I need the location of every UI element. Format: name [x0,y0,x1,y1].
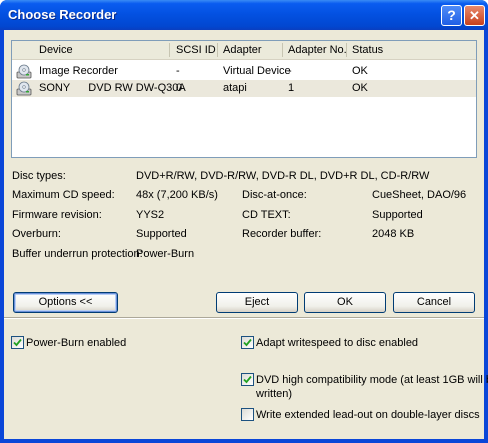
disc-types-value: DVD+R/RW, DVD-R/RW, DVD-R DL, DVD+R DL, … [136,170,430,182]
underrun-value: Power-Burn [136,248,195,260]
column-adapter[interactable]: Adapter [223,44,262,56]
image-recorder-icon [16,64,32,79]
device-name: Image Recorder [39,65,118,77]
dvd-compat-label-line2[interactable]: written) [256,387,292,401]
header-separator [169,43,170,57]
adapter-no: - [288,65,292,77]
scsi-id: - [176,65,180,77]
dvd-compat-label-line1[interactable]: DVD high compatibility mode (at least 1G… [256,373,488,387]
check-icon [13,338,22,347]
column-adapter-no[interactable]: Adapter No. [288,44,347,56]
dvd-compat-checkbox[interactable] [241,373,254,386]
status: OK [352,82,368,94]
column-device[interactable]: Device [39,44,73,56]
dialog-client-area: Device SCSI ID Adapter Adapter No. Statu… [4,30,488,439]
adapt-writespeed-checkbox[interactable] [241,336,254,349]
eject-button[interactable]: Eject [216,292,298,313]
choose-recorder-dialog: Choose Recorder ? ✕ Device SCSI ID Adapt… [0,0,488,443]
column-status[interactable]: Status [352,44,383,56]
overburn-label: Overburn: [12,228,61,240]
cd-text-value: Supported [372,209,423,221]
check-icon [243,375,252,384]
options-button[interactable]: Options << [13,292,118,313]
title-bar[interactable]: Choose Recorder ? ✕ [0,0,488,30]
status: OK [352,65,368,77]
firmware-label: Firmware revision: [12,209,102,221]
dao-value: CueSheet, DAO/96 [372,189,467,201]
firmware-value: YYS2 [136,209,165,221]
adapter-no: 1 [288,82,295,94]
header-separator [217,43,218,57]
scsi-id: 0 [176,82,183,94]
recorder-buffer-value: 2048 KB [372,228,415,240]
list-header: Device SCSI ID Adapter Adapter No. Statu… [12,41,476,60]
extended-leadout-checkbox[interactable] [241,408,254,421]
adapter: Virtual Device [223,65,291,77]
recorder-buffer-label: Recorder buffer: [242,228,322,240]
column-scsi-id[interactable]: SCSI ID [176,44,216,56]
options-divider [4,317,484,319]
dao-label: Disc-at-once: [242,189,307,201]
cd-text-label: CD TEXT: [242,209,291,221]
power-burn-checkbox[interactable] [11,336,24,349]
cancel-button[interactable]: Cancel [393,292,475,313]
extended-leadout-label[interactable]: Write extended lead-out on double-layer … [256,408,480,422]
max-speed-value: 48x (7,200 KB/s) [136,189,218,201]
dvd-drive-icon [16,81,32,96]
window-title: Choose Recorder [8,7,117,22]
overburn-value: Supported [136,228,187,240]
device-name: SONY DVD RW DW-Q30A [39,82,186,94]
underrun-label: Buffer underrun protection: [12,248,143,260]
header-separator [346,43,347,57]
ok-button[interactable]: OK [304,292,386,313]
power-burn-label[interactable]: Power-Burn enabled [26,336,126,350]
max-speed-label: Maximum CD speed: [12,189,115,201]
list-item-sony-drive[interactable]: SONY DVD RW DW-Q30A 0 atapi 1 OK [12,80,476,97]
recorder-list[interactable]: Device SCSI ID Adapter Adapter No. Statu… [11,40,477,158]
help-button[interactable]: ? [441,5,462,26]
header-separator [282,43,283,57]
list-item-image-recorder[interactable]: Image Recorder - Virtual Device - OK [12,63,476,80]
disc-types-label: Disc types: [12,170,66,182]
check-icon [243,338,252,347]
adapt-writespeed-label[interactable]: Adapt writespeed to disc enabled [256,336,418,350]
adapter: atapi [223,82,247,94]
close-button[interactable]: ✕ [464,5,485,26]
